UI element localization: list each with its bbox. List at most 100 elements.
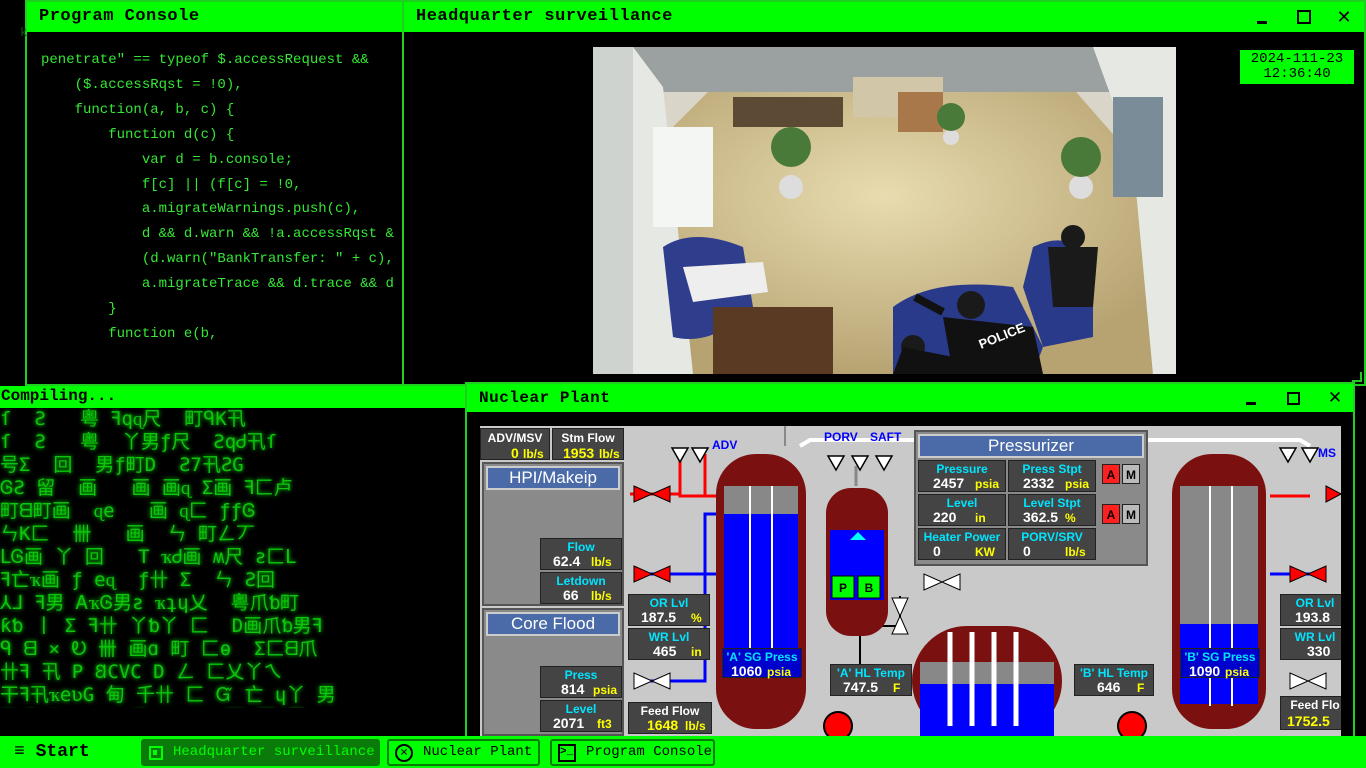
plant-minimize-button[interactable] bbox=[1231, 384, 1271, 412]
console-line: f[c] || (f[c] = !0, bbox=[41, 176, 302, 193]
close-button[interactable]: ✕ bbox=[1324, 2, 1364, 32]
feed-flow-unit: lb/s bbox=[685, 719, 706, 733]
pressurizer-level-unit: in bbox=[975, 511, 986, 525]
sg-b-label: 'B' SG Press bbox=[1184, 650, 1256, 664]
auto-button[interactable]: A bbox=[1102, 504, 1120, 524]
matrix-row: 号Σ 回 男ƒ町D Ƨ7卂ƧG bbox=[0, 454, 244, 476]
pressurizer-heater-value: 0 bbox=[933, 543, 941, 559]
pressurizer-heater-unit: KW bbox=[975, 545, 995, 559]
pressurizer-press-stpt-label: Press Stpt bbox=[1022, 462, 1082, 476]
console-title-bar[interactable]: Program Console bbox=[27, 2, 403, 32]
pressurizer-level-box: Level 220 in bbox=[918, 494, 1006, 526]
matrix-row: 卄ꟻ 卂 P 𐐒CVC D ㄥ 匚乂丫ㄟ bbox=[0, 661, 283, 683]
console-line: a.migrateWarnings.push(c), bbox=[41, 201, 361, 218]
right-or-value: 193.8 bbox=[1295, 609, 1331, 625]
taskbar-item-console[interactable]: >_ Program Console bbox=[550, 739, 715, 766]
plant-close-button[interactable]: ✕ bbox=[1315, 384, 1355, 412]
letdown-box: Letdown 66 lb/s bbox=[540, 572, 622, 604]
sg-b-value: 1090 bbox=[1189, 663, 1221, 679]
plant-title-bar[interactable]: Nuclear Plant bbox=[467, 384, 1353, 412]
console-line: } bbox=[41, 301, 117, 318]
matrix-row: ⅄ᒧ ꟻ男 ᎪҡᎶ男ƨ ҡʇɥ乂 粤爪ƅ町 bbox=[0, 592, 300, 614]
matrix-row: 町ᗺ町画 ɋe 画 ɋ匚 ƒƒᎶ bbox=[0, 500, 256, 522]
console-line: (d.warn("BankTransfer: " + c), bbox=[41, 251, 394, 268]
adv-label: ADV bbox=[712, 438, 738, 452]
sg-a-unit: psia bbox=[767, 665, 792, 679]
surveillance-title-bar[interactable]: Headquarter surveillance bbox=[404, 2, 1364, 32]
cf-press-unit: psia bbox=[593, 683, 618, 697]
pressurizer-porv-srv-unit: lb/s bbox=[1065, 545, 1086, 559]
wr-lvl-value: 465 bbox=[653, 643, 677, 659]
matrix-row: ᎶƧ 留 画 画 画ɋ Σ画 ꟻ匚卢 bbox=[0, 477, 293, 499]
program-console-window: Program Console penetrate" == typeof $.a… bbox=[25, 0, 405, 386]
taskbar-item-nuclear[interactable]: ⨯ Nuclear Plant bbox=[387, 739, 540, 766]
right-feed-value: 1752.5 bbox=[1287, 713, 1330, 729]
hl-b-label: 'B' HL Temp bbox=[1080, 666, 1148, 680]
compiling-window: Compiling... ſ Ƨ 粤 ꟻqɋ尺 町ᑫK卂 ſ Ƨ 粤 丫男ƒ尺 Ƨ… bbox=[0, 386, 466, 736]
saft-label: SAFT bbox=[870, 430, 902, 444]
auto-button[interactable]: A bbox=[1102, 464, 1120, 484]
console-line: d && d.warn && !a.accessRqst & bbox=[41, 226, 394, 243]
hl-b-box: 'B' HL Temp 646 F bbox=[1074, 664, 1154, 696]
matrix-row: ᒪᎶ画 丫 回 T ҡᏧ画 ʍ尺 ƨ匚ᒪ bbox=[0, 546, 296, 568]
pressurizer-porv-srv-box: PORV/SRV 0 lb/s bbox=[1008, 528, 1096, 560]
pump-b-label[interactable]: B bbox=[864, 581, 874, 595]
terminal-icon: >_ bbox=[558, 743, 576, 762]
adv-msv-value: 0 bbox=[511, 445, 519, 461]
pressurizer-pressure-unit: psia bbox=[975, 477, 1000, 491]
minimize-button[interactable] bbox=[1242, 2, 1282, 32]
or-lvl-unit: % bbox=[691, 611, 702, 625]
stm-flow-label: Stm Flow bbox=[561, 431, 615, 445]
manual-button[interactable]: M bbox=[1122, 504, 1140, 524]
resize-grip-icon[interactable] bbox=[1352, 372, 1362, 382]
matrix-row: ꟻ亡ҡ画 ƒ eɋ ƒ卄 Σ ㄣ Ƨ回 bbox=[0, 569, 276, 591]
compiling-title: Compiling... bbox=[0, 386, 466, 408]
taskbar-label-surveillance: Headquarter surveillance bbox=[173, 744, 375, 760]
pressurizer-pressure-value: 2457 bbox=[933, 475, 965, 491]
plant-maximize-button[interactable] bbox=[1273, 384, 1313, 412]
hpi-title: HPI/Makeip bbox=[486, 466, 620, 490]
matrix-row: ㄣK匚 卌 画 ㄣ 町ㄥ丆 bbox=[0, 523, 255, 545]
sg-a-press-box: 'A' SG Press 1060 psia bbox=[722, 648, 802, 679]
or-lvl-box: OR Lvl 187.5 % bbox=[628, 594, 710, 626]
stm-flow-unit: lb/s bbox=[599, 447, 620, 461]
letdown-unit: lb/s bbox=[591, 589, 612, 603]
cf-level-unit: ft3 bbox=[597, 717, 612, 731]
hpi-flow-unit: lb/s bbox=[591, 555, 612, 569]
surveillance-title: Headquarter surveillance bbox=[416, 7, 673, 26]
hl-b-value: 646 bbox=[1097, 679, 1121, 695]
feed-flow-value: 1648 bbox=[647, 717, 679, 733]
console-line: ($.accessRqst = !0), bbox=[41, 76, 243, 93]
pressurizer-porv-srv-value: 0 bbox=[1023, 543, 1031, 559]
pressurizer-pressure-label: Pressure bbox=[936, 462, 988, 476]
sg-b-unit: psia bbox=[1225, 665, 1250, 679]
taskbar-item-surveillance[interactable]: Headquarter surveillance bbox=[141, 739, 380, 766]
radiation-icon: ⨯ bbox=[395, 743, 413, 762]
matrix-row: ᑫ ᗺ × Ꭷ 卌 画ɑ 町 匚ɵ Σ匚ᗺ爪 bbox=[0, 638, 318, 660]
maximize-button[interactable] bbox=[1284, 2, 1324, 32]
manual-button[interactable]: M bbox=[1122, 464, 1140, 484]
right-feed-box: Feed Flo 1752.5 bbox=[1280, 696, 1341, 730]
plant-title: Nuclear Plant bbox=[479, 389, 611, 407]
start-button[interactable]: ≡ Start bbox=[14, 739, 90, 766]
pressurizer-porv-srv-label: PORV/SRV bbox=[1021, 530, 1083, 544]
matrix-row: ᗺ ꟻ 𐐒ɵ × ɵ 爪 ɋ ɳ 町 田 男 bbox=[0, 707, 466, 708]
sg-a-label: 'A' SG Press bbox=[726, 650, 798, 664]
hl-a-value: 747.5 bbox=[843, 679, 879, 695]
window-icon bbox=[149, 745, 163, 760]
core-flood-title: Core Flood bbox=[486, 612, 620, 636]
adv-msv-box: ADV/MSV 0 lb/s bbox=[480, 428, 550, 461]
wr-lvl-unit: in bbox=[691, 645, 702, 659]
pressurizer-press-stpt-value: 2332 bbox=[1023, 475, 1055, 491]
pressurizer-level-value: 220 bbox=[933, 509, 957, 525]
console-line: function e(b, bbox=[41, 325, 218, 342]
letdown-label: Letdown bbox=[556, 574, 606, 588]
pressurizer-level-label: Level bbox=[946, 496, 978, 510]
pressurizer-title: Pressurizer bbox=[918, 434, 1144, 458]
hl-b-unit: F bbox=[1137, 681, 1145, 695]
console-line: a.migrateTrace && d.trace && d bbox=[41, 276, 394, 293]
pump-p-label[interactable]: P bbox=[838, 581, 848, 595]
pressurizer-press-stpt-box: Press Stpt 2332 psia bbox=[1008, 460, 1096, 492]
hl-a-box: 'A' HL Temp 747.5 F bbox=[830, 664, 912, 696]
timestamp-date: 2024-111-23 bbox=[1250, 51, 1344, 67]
